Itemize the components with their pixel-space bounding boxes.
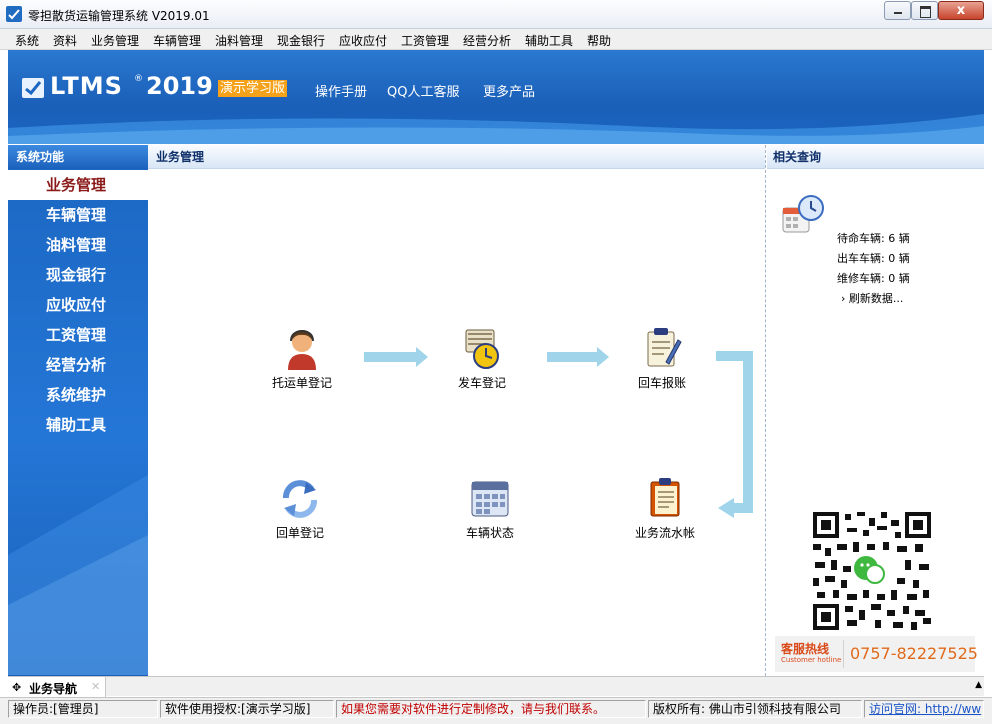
tab-label: 业务导航	[29, 682, 78, 696]
status-website-link[interactable]: 访问官网: http://ww	[864, 700, 984, 718]
banner-wave-decoration	[8, 114, 984, 144]
nav-item-salary[interactable]: 工资管理	[8, 320, 148, 350]
return-report-icon	[642, 326, 682, 370]
operator-icon	[282, 326, 322, 370]
left-nav: 系统功能 业务管理 车辆管理 油料管理 现金银行 应收应付 工资管理 经营分析 …	[8, 145, 148, 676]
flow-arrow	[364, 347, 428, 367]
window-title: 零担散货运输管理系统 V2019.01	[28, 9, 210, 23]
nav-item-business[interactable]: 业务管理	[8, 170, 148, 200]
status-bar: 操作员:[管理员] 软件使用授权:[演示学习版] 如果您需要对软件进行定制修改，…	[0, 697, 992, 724]
manual-link[interactable]: 操作手册	[315, 81, 367, 100]
nav-item-fuel[interactable]: 油料管理	[8, 230, 148, 260]
vehicle-status-icon	[470, 476, 510, 520]
main-panel-header: 业务管理	[148, 145, 765, 169]
status-copyright: 版权所有: 佛山市引领科技有限公司	[648, 700, 862, 718]
menu-data[interactable]: 资料	[53, 32, 77, 49]
nav-item-receivable[interactable]: 应收应付	[8, 290, 148, 320]
stat-repair-vehicles: 维修车辆: 0 辆	[837, 270, 910, 286]
status-operator: 操作员:[管理员]	[8, 700, 158, 718]
ledger-icon	[645, 476, 685, 520]
menu-system[interactable]: 系统	[15, 32, 39, 49]
title-bar: 零担散货运输管理系统 V2019.01 x	[0, 0, 992, 29]
minimize-button[interactable]	[884, 1, 911, 20]
hotline-number: 0757-82227525	[850, 644, 978, 663]
nav-item-cash-bank[interactable]: 现金银行	[8, 260, 148, 290]
document-tab-bar: ✥ 业务导航 ✕ ▲	[8, 676, 984, 697]
menu-help[interactable]: 帮助	[587, 32, 611, 49]
menu-tools[interactable]: 辅助工具	[525, 32, 573, 49]
nav-item-tools[interactable]: 辅助工具	[8, 410, 148, 440]
flow-label: 回单登记	[275, 526, 324, 540]
stat-value: 6	[888, 232, 896, 245]
stat-unit: 辆	[898, 272, 910, 285]
calendar-clock-icon	[781, 194, 825, 238]
business-flow-area: 托运单登记 发车登记 回车报账 回单登记 车辆状态 业务流水帐	[148, 170, 765, 676]
banner: LTMS ® 2019 演示学习版 操作手册 QQ人工客服 更多产品	[8, 50, 984, 144]
tab-close-icon[interactable]: ✕	[91, 680, 100, 693]
stat-label: 出车车辆:	[837, 252, 885, 265]
stat-standby-vehicles: 待命车辆: 6 辆	[837, 230, 910, 246]
stat-unit: 辆	[898, 232, 910, 245]
nav-item-vehicle[interactable]: 车辆管理	[8, 200, 148, 230]
flow-label: 发车登记	[457, 376, 506, 390]
right-panel-header: 相关查询	[767, 145, 984, 169]
flow-label: 托运单登记	[271, 376, 332, 390]
stat-value: 0	[888, 252, 896, 265]
qq-support-link[interactable]: QQ人工客服	[387, 81, 459, 100]
app-icon	[6, 6, 22, 22]
logo-registered-mark: ®	[134, 74, 143, 84]
wechat-qr-code	[811, 510, 933, 632]
status-license: 软件使用授权:[演示学习版]	[160, 700, 334, 718]
flow-return-arrow	[716, 351, 753, 518]
menu-fuel[interactable]: 油料管理	[215, 32, 263, 49]
maximize-button[interactable]	[911, 1, 938, 20]
logo-text: LTMS	[50, 72, 123, 100]
compass-icon: ✥	[12, 681, 22, 694]
flow-return-report[interactable]: 回车报账	[612, 326, 712, 391]
logo-icon	[22, 78, 44, 98]
refresh-data-link[interactable]: › 刷新数据...	[841, 290, 903, 306]
flow-vehicle-status[interactable]: 车辆状态	[440, 476, 540, 541]
close-button[interactable]: x	[938, 1, 984, 20]
nav-item-analysis[interactable]: 经营分析	[8, 350, 148, 380]
customer-hotline-box: 客服热线 Customer hotline 0757-82227525	[775, 636, 978, 672]
status-notice: 如果您需要对软件进行定制修改，请与我们联系。	[336, 700, 646, 718]
flow-receipt-entry[interactable]: 回单登记	[250, 476, 350, 541]
menu-receivable[interactable]: 应收应付	[339, 32, 387, 49]
panel-divider	[765, 145, 766, 676]
flow-consignment-entry[interactable]: 托运单登记	[252, 326, 352, 391]
menu-bar: 系统 资料 业务管理 车辆管理 油料管理 现金银行 应收应付 工资管理 经营分析…	[0, 29, 992, 50]
tab-business-nav[interactable]: ✥ 业务导航 ✕	[8, 677, 106, 697]
edition-badge: 演示学习版	[218, 80, 288, 97]
menu-cash-bank[interactable]: 现金银行	[277, 32, 325, 49]
logo-year: 2019	[146, 72, 213, 100]
more-products-link[interactable]: 更多产品	[483, 81, 535, 100]
stat-value: 0	[888, 272, 896, 285]
hotline-label: 客服热线	[781, 642, 830, 656]
nav-item-maintenance[interactable]: 系统维护	[8, 380, 148, 410]
menu-business[interactable]: 业务管理	[91, 32, 139, 49]
stat-label: 维修车辆:	[837, 272, 885, 285]
close-icon: x	[956, 3, 966, 18]
menu-analysis[interactable]: 经营分析	[463, 32, 511, 49]
dispatch-icon	[462, 326, 502, 370]
stat-outgoing-vehicles: 出车车辆: 0 辆	[837, 250, 910, 266]
flow-business-ledger[interactable]: 业务流水帐	[615, 476, 715, 541]
flow-label: 车辆状态	[465, 526, 514, 540]
flow-label: 业务流水帐	[634, 526, 695, 540]
hotline-sublabel: Customer hotline	[781, 656, 842, 664]
nav-wave-decoration	[8, 475, 148, 675]
nav-header: 系统功能	[8, 145, 148, 169]
hotline-divider	[843, 640, 844, 668]
scroll-up-icon[interactable]: ▲	[975, 680, 982, 690]
menu-salary[interactable]: 工资管理	[401, 32, 449, 49]
flow-dispatch-entry[interactable]: 发车登记	[432, 326, 532, 391]
flow-label: 回车报账	[637, 376, 686, 390]
stat-unit: 辆	[898, 252, 910, 265]
menu-vehicle[interactable]: 车辆管理	[153, 32, 201, 49]
refresh-icon	[280, 476, 320, 520]
flow-arrow	[547, 347, 609, 367]
stat-label: 待命车辆:	[837, 232, 885, 245]
related-query-panel: 待命车辆: 6 辆 出车车辆: 0 辆 维修车辆: 0 辆 › 刷新数据...	[767, 170, 984, 676]
